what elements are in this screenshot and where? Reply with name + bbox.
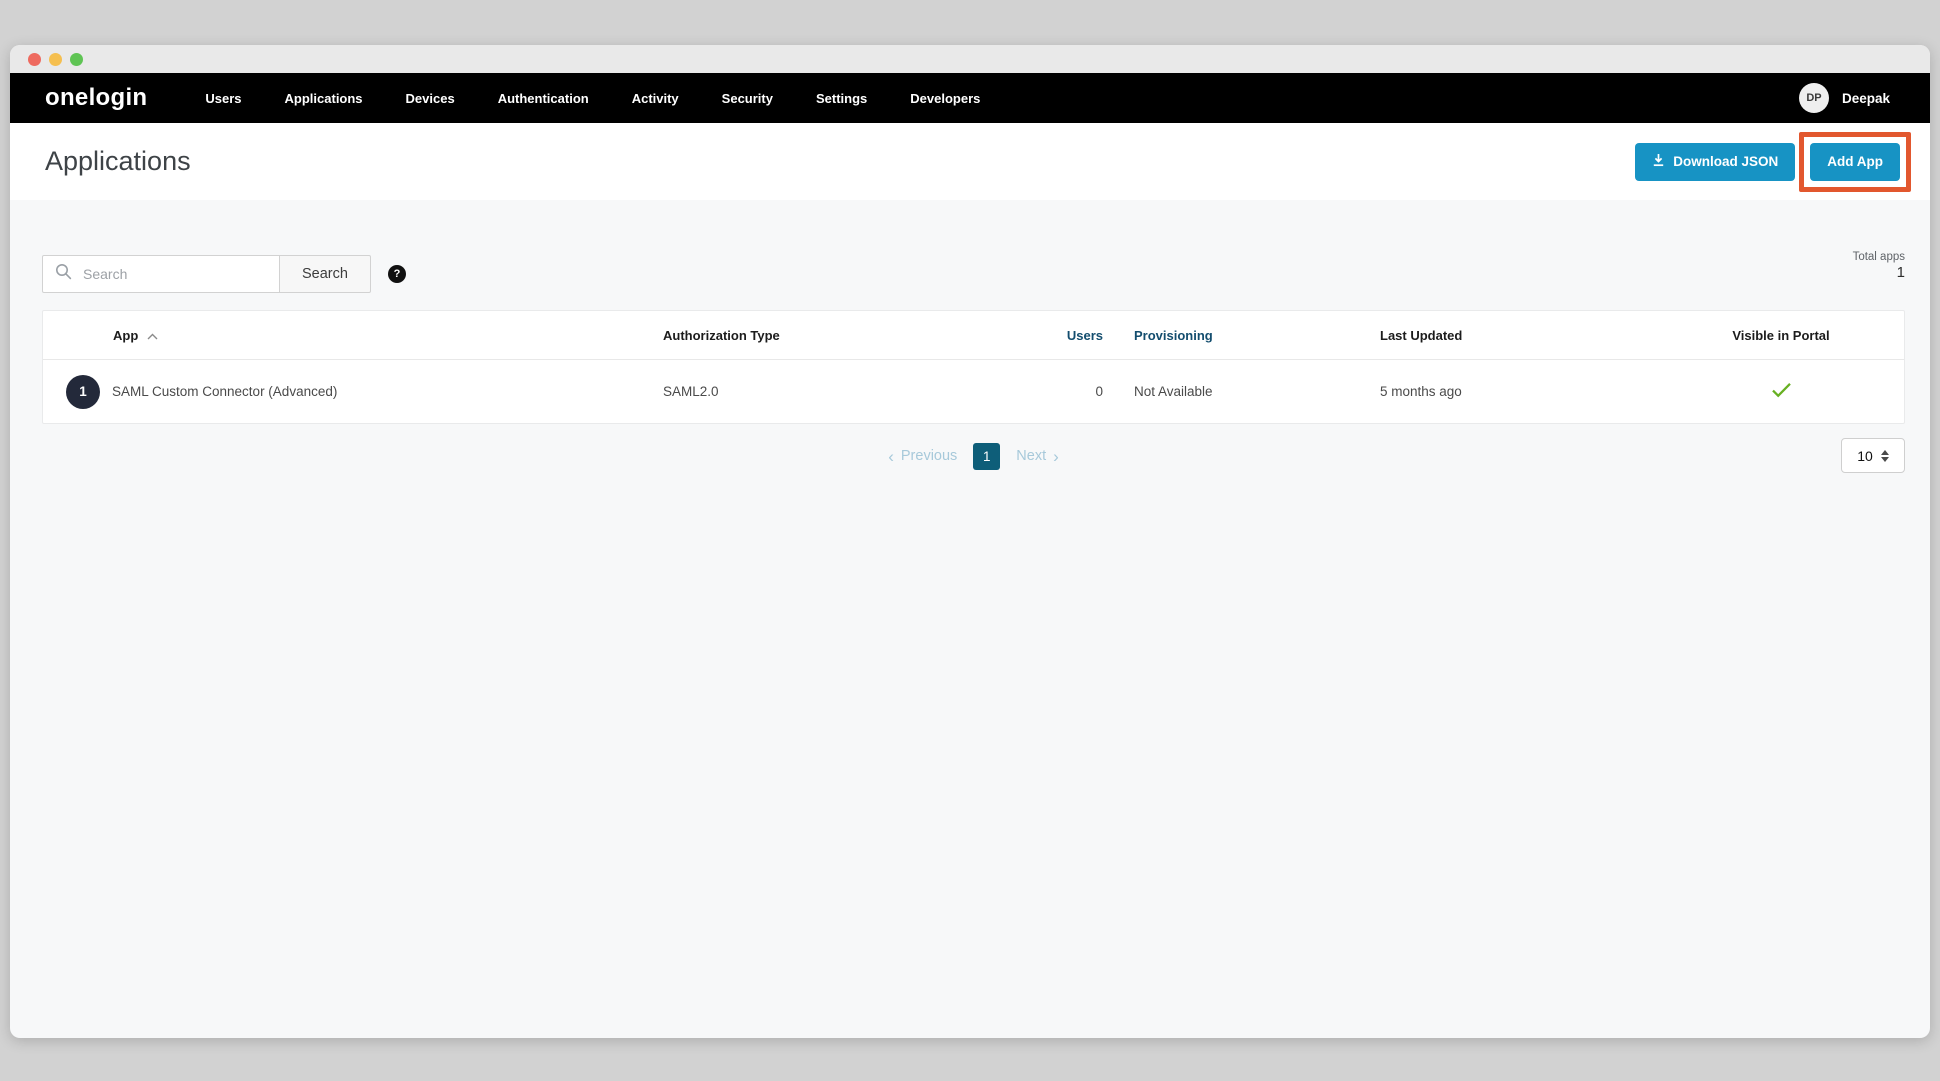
pagination: ‹ Previous 1 Next › bbox=[888, 443, 1059, 470]
search-text-field[interactable] bbox=[83, 266, 267, 282]
nav-item-settings[interactable]: Settings bbox=[816, 91, 867, 106]
provisioning-cell: Not Available bbox=[1115, 384, 1368, 399]
visible-in-portal-cell bbox=[1658, 382, 1904, 401]
column-header-app[interactable]: App bbox=[43, 328, 663, 343]
column-header-app-label[interactable]: App bbox=[113, 328, 138, 343]
authorization-type-cell: SAML2.0 bbox=[663, 384, 1050, 399]
nav-menu: Users Applications Devices Authenticatio… bbox=[205, 91, 980, 106]
close-window-icon[interactable] bbox=[28, 53, 41, 66]
row-index-badge: 1 bbox=[66, 375, 100, 409]
nav-item-activity[interactable]: Activity bbox=[632, 91, 679, 106]
applications-table: App Authorization Type Users Provisionin… bbox=[42, 310, 1905, 424]
window-titlebar bbox=[10, 45, 1930, 73]
download-json-label: Download JSON bbox=[1673, 154, 1778, 169]
column-header-visible-in-portal: Visible in Portal bbox=[1658, 328, 1904, 343]
chevron-right-icon: › bbox=[1053, 448, 1059, 465]
header-actions: Download JSON Add App bbox=[1635, 132, 1911, 192]
search-icon bbox=[55, 263, 72, 285]
app-window: onelogin Users Applications Devices Auth… bbox=[10, 45, 1930, 1038]
total-apps-label: Total apps bbox=[1853, 251, 1905, 263]
help-icon[interactable]: ? bbox=[388, 265, 406, 283]
add-app-highlight-box: Add App bbox=[1799, 132, 1911, 192]
search-group: Search ? bbox=[42, 255, 406, 293]
search-button[interactable]: Search bbox=[279, 255, 371, 293]
user-menu[interactable]: DP Deepak bbox=[1799, 83, 1890, 113]
search-input[interactable] bbox=[42, 255, 280, 293]
maximize-window-icon[interactable] bbox=[70, 53, 83, 66]
users-count-cell: 0 bbox=[1050, 384, 1115, 399]
column-header-users[interactable]: Users bbox=[1050, 328, 1115, 343]
user-name[interactable]: Deepak bbox=[1842, 91, 1890, 106]
column-header-last-updated: Last Updated bbox=[1368, 328, 1658, 343]
nav-item-applications[interactable]: Applications bbox=[285, 91, 363, 106]
next-page-button[interactable]: Next › bbox=[1016, 448, 1059, 465]
next-label: Next bbox=[1016, 448, 1046, 464]
page-title: Applications bbox=[45, 146, 191, 177]
previous-label: Previous bbox=[901, 448, 957, 464]
column-header-provisioning[interactable]: Provisioning bbox=[1115, 328, 1368, 343]
sort-asc-icon bbox=[147, 328, 158, 343]
table-header-row: App Authorization Type Users Provisionin… bbox=[43, 311, 1904, 359]
onelogin-logo[interactable]: onelogin bbox=[45, 84, 147, 112]
chevron-left-icon: ‹ bbox=[888, 448, 894, 465]
total-apps: Total apps 1 bbox=[1853, 251, 1905, 281]
check-icon bbox=[1771, 386, 1792, 401]
column-header-authorization-type: Authorization Type bbox=[663, 328, 1050, 343]
nav-item-security[interactable]: Security bbox=[722, 91, 773, 106]
app-cell: 1 SAML Custom Connector (Advanced) bbox=[43, 375, 663, 409]
previous-page-button[interactable]: ‹ Previous bbox=[888, 448, 957, 465]
last-updated-cell: 5 months ago bbox=[1368, 384, 1658, 399]
download-json-button[interactable]: Download JSON bbox=[1635, 143, 1795, 181]
stepper-icon bbox=[1881, 450, 1889, 462]
app-name-link[interactable]: SAML Custom Connector (Advanced) bbox=[112, 384, 337, 399]
nav-item-developers[interactable]: Developers bbox=[910, 91, 980, 106]
pagination-row: ‹ Previous 1 Next › 10 bbox=[42, 438, 1905, 474]
current-page-button[interactable]: 1 bbox=[973, 443, 1000, 470]
avatar[interactable]: DP bbox=[1799, 83, 1829, 113]
minimize-window-icon[interactable] bbox=[49, 53, 62, 66]
nav-item-users[interactable]: Users bbox=[205, 91, 241, 106]
page-header: Applications Download JSON Add App bbox=[10, 123, 1930, 200]
page-size-select[interactable]: 10 bbox=[1841, 438, 1905, 473]
download-icon bbox=[1652, 153, 1665, 170]
table-row[interactable]: 1 SAML Custom Connector (Advanced) SAML2… bbox=[43, 359, 1904, 423]
total-apps-count: 1 bbox=[1853, 264, 1905, 281]
toolbar: Search ? Total apps 1 bbox=[10, 200, 1930, 293]
nav-item-devices[interactable]: Devices bbox=[406, 91, 455, 106]
top-nav: onelogin Users Applications Devices Auth… bbox=[10, 73, 1930, 123]
page-size-value: 10 bbox=[1857, 448, 1873, 464]
add-app-button[interactable]: Add App bbox=[1810, 143, 1900, 181]
nav-item-authentication[interactable]: Authentication bbox=[498, 91, 589, 106]
